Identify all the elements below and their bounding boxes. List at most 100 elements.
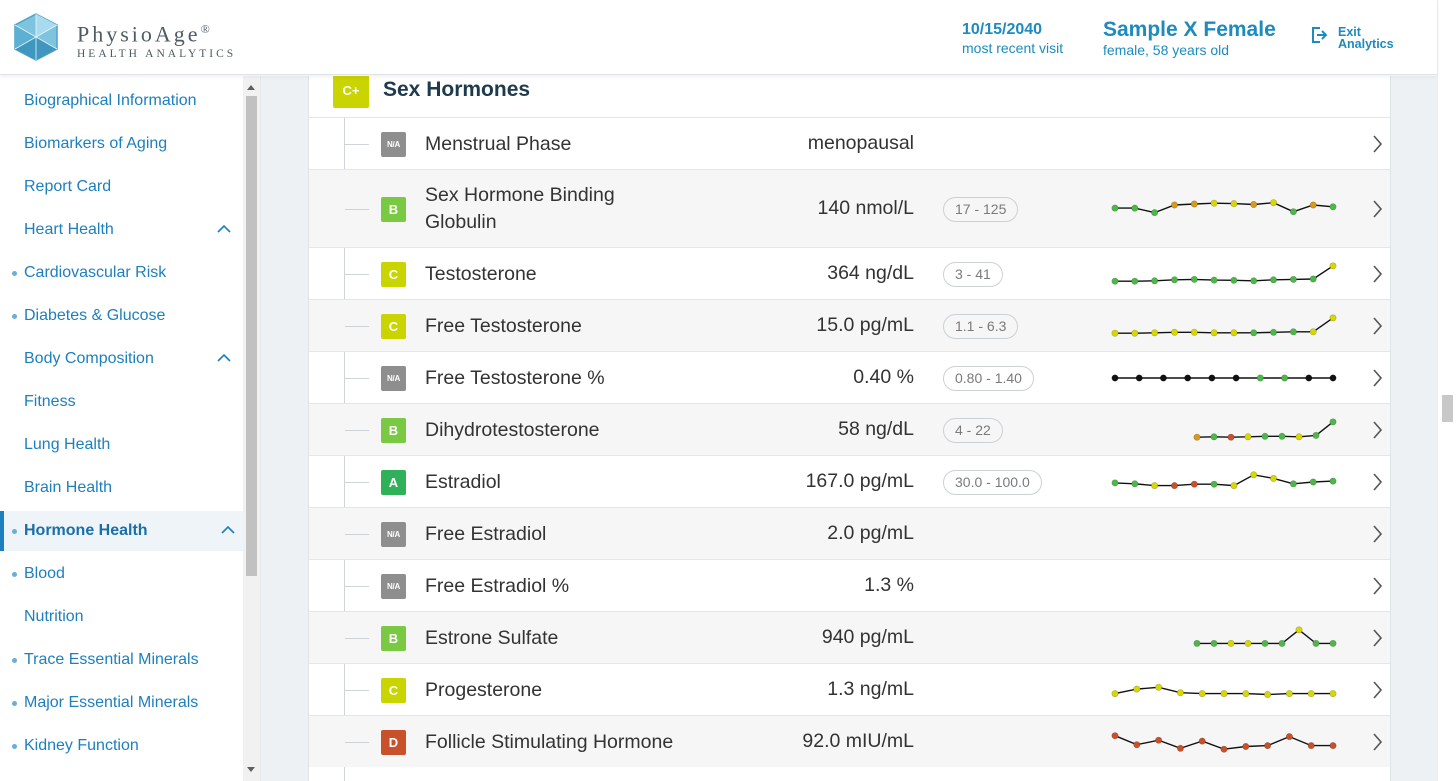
- chevron-right-icon[interactable]: [1371, 368, 1383, 388]
- biomarker-row[interactable]: D Follicle Stimulating Hormone 92.0 mIU/mL: [309, 715, 1390, 767]
- grade-badge: N/A: [381, 365, 406, 391]
- sidebar-item[interactable]: Kidney Function: [0, 726, 243, 766]
- trend-point: [1289, 208, 1297, 216]
- biomarker-name: Progesterone: [425, 678, 543, 701]
- reference-range: 30.0 - 100.0: [943, 469, 1042, 495]
- trend-point: [1230, 329, 1238, 337]
- tree-tick: [345, 209, 369, 210]
- sidebar-item[interactable]: Heart Health: [0, 210, 243, 250]
- trend-point: [1244, 433, 1252, 441]
- sidebar-item[interactable]: Lung Health: [0, 425, 243, 465]
- tree-tick: [345, 144, 369, 145]
- sidebar-item-label: Diabetes & Glucose: [24, 307, 166, 324]
- biomarker-row[interactable]: C Progesterone 1.3 ng/mL: [309, 663, 1390, 715]
- chevron-right-icon[interactable]: [1371, 732, 1383, 752]
- trend-point: [1131, 480, 1139, 488]
- sidebar-item[interactable]: Major Essential Minerals: [0, 683, 243, 723]
- reference-range: 3 - 41: [943, 261, 1003, 287]
- chevron-right-icon[interactable]: [1371, 472, 1383, 492]
- chevron-up-icon[interactable]: [216, 223, 232, 235]
- trend-sparkline[interactable]: [1109, 196, 1339, 222]
- sidebar-item-label: Trace Essential Minerals: [24, 651, 199, 668]
- trend-sparkline[interactable]: [1109, 261, 1339, 287]
- biomarker-row[interactable]: B Dihydrotestosterone 58 ng/dL 4 - 22: [309, 403, 1390, 455]
- chevron-up-icon[interactable]: [220, 524, 236, 536]
- sidebar-scrollbar[interactable]: [243, 76, 260, 781]
- scroll-up-arrow-icon[interactable]: [247, 85, 255, 90]
- biomarker-row[interactable]: C Testosterone 364 ng/dL 3 - 41: [309, 247, 1390, 299]
- visit-info[interactable]: 10/15/2040 most recent visit: [962, 20, 1063, 57]
- sidebar-item[interactable]: Body Composition: [0, 339, 243, 379]
- chevron-right-icon[interactable]: [1371, 199, 1383, 219]
- section-title: Sex Hormones: [383, 78, 531, 101]
- trend-sparkline[interactable]: [1109, 469, 1339, 495]
- trend-point: [1309, 275, 1317, 283]
- trend-point: [1281, 374, 1289, 382]
- trend-sparkline[interactable]: [1109, 313, 1339, 339]
- trend-sparkline[interactable]: [1109, 729, 1339, 755]
- exit-analytics-button[interactable]: Exit Analytics: [1311, 25, 1394, 50]
- biomarker-row[interactable]: B Estrone Sulfate 940 pg/mL: [309, 611, 1390, 663]
- physioage-logo-icon[interactable]: [10, 12, 62, 67]
- biomarker-row[interactable]: N/A Menstrual Phase menopausal: [309, 117, 1390, 169]
- sidebar-item-label: Fitness: [24, 393, 76, 410]
- sidebar-item[interactable]: Biographical Information: [0, 81, 243, 121]
- page-scroll-thumb[interactable]: [1442, 395, 1453, 422]
- trend-point: [1190, 200, 1198, 208]
- sidebar-item[interactable]: Blood: [0, 554, 243, 594]
- trend-point: [1270, 276, 1278, 284]
- trend-point: [1329, 477, 1337, 485]
- chevron-right-icon[interactable]: [1371, 524, 1383, 544]
- chevron-right-icon[interactable]: [1371, 420, 1383, 440]
- sidebar-item[interactable]: Diabetes & Glucose: [0, 296, 243, 336]
- trend-sparkline[interactable]: [1109, 677, 1339, 703]
- biomarker-row[interactable]: N/A Free Estradiol 2.0 pg/mL: [309, 507, 1390, 559]
- chevron-right-icon[interactable]: [1371, 680, 1383, 700]
- biomarker-value: 0.40 %: [853, 366, 914, 388]
- sidebar-scroll-thumb[interactable]: [246, 96, 257, 576]
- biomarker-name: Free Estradiol: [425, 522, 547, 545]
- sidebar-item[interactable]: Biomarkers of Aging: [0, 124, 243, 164]
- page-scrollbar[interactable]: [1437, 0, 1456, 781]
- trend-point: [1264, 742, 1272, 750]
- biomarker-row[interactable]: A Estradiol 167.0 pg/mL 30.0 - 100.0: [309, 455, 1390, 507]
- sidebar-item[interactable]: Brain Health: [0, 468, 243, 508]
- bullet-dot-icon: [12, 744, 17, 749]
- trend-sparkline[interactable]: [1109, 417, 1339, 443]
- chevron-right-icon[interactable]: [1371, 628, 1383, 648]
- trend-sparkline[interactable]: [1109, 365, 1339, 391]
- chevron-right-icon[interactable]: [1371, 264, 1383, 284]
- bullet-dot-icon: [12, 658, 17, 663]
- trend-point: [1210, 480, 1218, 488]
- patient-name[interactable]: Sample X Female: [1103, 18, 1276, 42]
- tree-tick: [345, 534, 369, 535]
- trend-point: [1285, 690, 1293, 698]
- visit-date[interactable]: 10/15/2040: [962, 20, 1063, 39]
- sidebar-item-label: Kidney Function: [24, 737, 139, 754]
- chevron-right-icon[interactable]: [1371, 316, 1383, 336]
- trend-point: [1133, 685, 1141, 693]
- trend-point: [1256, 374, 1264, 382]
- biomarker-row[interactable]: N/A Free Estradiol % 1.3 %: [309, 559, 1390, 611]
- chevron-up-icon[interactable]: [216, 352, 232, 364]
- biomarker-row[interactable]: C Free Testosterone 15.0 pg/mL 1.1 - 6.3: [309, 299, 1390, 351]
- chevron-right-icon[interactable]: [1371, 134, 1383, 154]
- sidebar-item[interactable]: Nutrition: [0, 597, 243, 637]
- patient-info[interactable]: Sample X Female female, 58 years old: [1103, 18, 1276, 58]
- brand-reg: ®: [200, 22, 210, 36]
- biomarker-row[interactable]: B Sex Hormone Binding Globulin 140 nmol/L 1…: [309, 169, 1390, 247]
- trend-sparkline[interactable]: [1109, 625, 1339, 651]
- sidebar-item[interactable]: Cardiovascular Risk: [0, 253, 243, 293]
- sidebar-item[interactable]: Hormone Health: [0, 511, 243, 551]
- reference-range: 4 - 22: [943, 417, 1003, 443]
- trend-point: [1131, 329, 1139, 337]
- sidebar-item-label: Biographical Information: [24, 92, 197, 109]
- scroll-down-arrow-icon[interactable]: [247, 767, 255, 772]
- sidebar-item[interactable]: Trace Essential Minerals: [0, 640, 243, 680]
- sidebar-item[interactable]: Fitness: [0, 382, 243, 422]
- trend-point: [1242, 690, 1250, 698]
- tree-tick: [345, 638, 369, 639]
- chevron-right-icon[interactable]: [1371, 576, 1383, 596]
- biomarker-row[interactable]: N/A Free Testosterone % 0.40 % 0.80 - 1.40: [309, 351, 1390, 403]
- sidebar-item[interactable]: Report Card: [0, 167, 243, 207]
